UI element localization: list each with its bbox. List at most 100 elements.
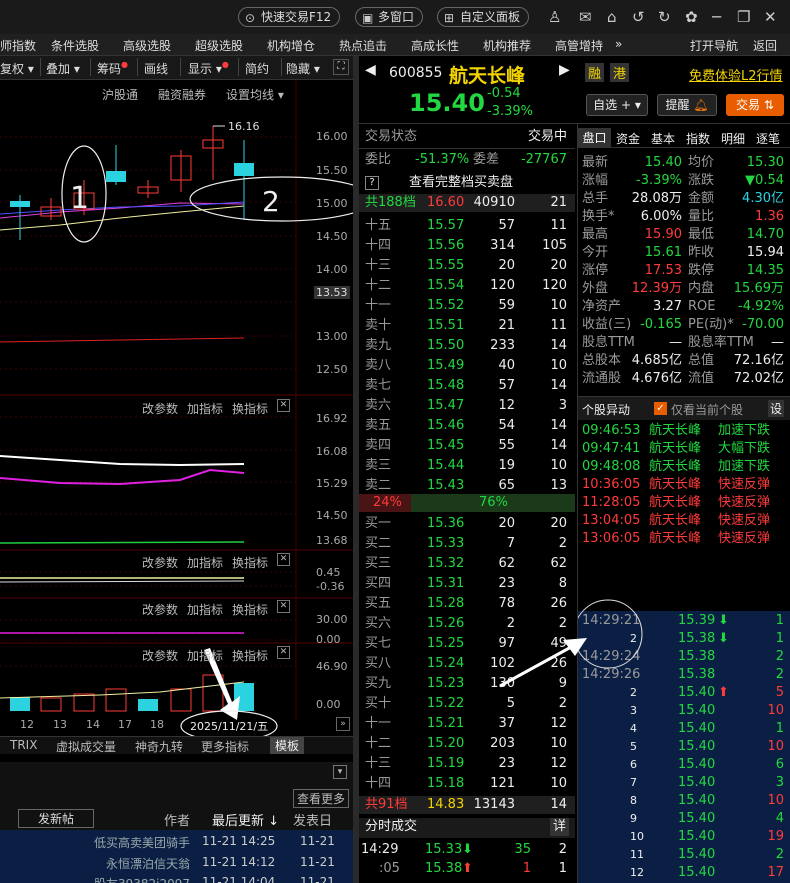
- chevron-right-icon[interactable]: »: [336, 717, 350, 731]
- tab-basic[interactable]: 基本: [651, 130, 675, 147]
- draw-line-button[interactable]: 画线: [144, 60, 168, 77]
- multi-window-button[interactable]: ▣ 多窗口: [355, 7, 424, 27]
- alert-row[interactable]: 10:36:05 航天长峰 快速反弹: [578, 476, 790, 494]
- trade-volume: 19: [767, 829, 784, 844]
- nav-item-7[interactable]: 机构推荐: [483, 37, 531, 54]
- back-icon[interactable]: ↺: [632, 7, 645, 27]
- tab-index[interactable]: 指数: [686, 130, 710, 147]
- edit-params-button[interactable]: 改参数: [142, 647, 178, 664]
- add-indicator-button[interactable]: 加指标: [187, 554, 223, 571]
- margin-tag[interactable]: 融资融券: [158, 86, 206, 103]
- nav-item-3[interactable]: 超级选股: [195, 37, 243, 54]
- hide-button[interactable]: 隐藏 ▾: [286, 60, 320, 77]
- down-arrow-icon: ⬇: [718, 613, 729, 628]
- full-book-row[interactable]: ? 查看完整档买卖盘: [359, 174, 575, 192]
- home-icon[interactable]: ⌂: [607, 7, 617, 27]
- tab-trix[interactable]: TRIX: [10, 738, 37, 752]
- post-author[interactable]: 低买高卖美团骑手: [94, 834, 190, 851]
- nav-item-6[interactable]: 高成长性: [411, 37, 459, 54]
- custom-panel-button[interactable]: ⊞ 自定义面板: [437, 7, 530, 27]
- mail-icon[interactable]: ✉: [579, 7, 592, 27]
- tab-detail[interactable]: 明细: [721, 130, 745, 147]
- nav-item-2[interactable]: 高级选股: [123, 37, 171, 54]
- alert-row[interactable]: 13:06:05 航天长峰 快速反弹: [578, 530, 790, 548]
- quick-trade-button[interactable]: ⊙ 快速交易F12: [238, 7, 341, 27]
- tab-template[interactable]: 模板: [270, 737, 305, 754]
- hk-connect-badge[interactable]: 港: [610, 63, 630, 82]
- close-icon[interactable]: ✕: [277, 399, 290, 412]
- simple-button[interactable]: 简约: [245, 60, 269, 77]
- close-icon[interactable]: ✕: [764, 7, 777, 27]
- switch-indicator-button[interactable]: 换指标: [232, 400, 268, 417]
- trade-price: 15.40: [678, 775, 716, 790]
- add-indicator-button[interactable]: 加指标: [187, 647, 223, 664]
- nav-item-0[interactable]: 师指数: [0, 37, 36, 54]
- new-post-button[interactable]: 发新帖: [18, 809, 94, 828]
- l2-trial-link[interactable]: 免费体验L2行情: [689, 65, 783, 84]
- post-author[interactable]: 永恒漂泊信天翁: [106, 855, 190, 872]
- edit-params-button[interactable]: 改参数: [142, 554, 178, 571]
- user-icon[interactable]: ♙: [548, 7, 561, 27]
- fuquan-button[interactable]: 复权 ▾: [0, 60, 34, 77]
- settings-button[interactable]: 设: [768, 400, 785, 417]
- minimize-icon[interactable]: ─: [712, 7, 721, 27]
- close-icon[interactable]: ✕: [277, 600, 290, 613]
- restore-icon[interactable]: ❐: [737, 7, 750, 27]
- view-more-button[interactable]: 查看更多: [293, 789, 350, 808]
- prev-stock-icon[interactable]: ◀: [365, 62, 376, 78]
- last-update-column[interactable]: 最后更新 ↓: [212, 810, 279, 829]
- display-button[interactable]: 显示 ▾●: [188, 60, 229, 77]
- tab-virtual-volume[interactable]: 虚拟成交量: [56, 738, 116, 755]
- add-indicator-button[interactable]: 加指标: [187, 400, 223, 417]
- stat-label: 流值: [688, 371, 715, 386]
- edit-params-button[interactable]: 改参数: [142, 400, 178, 417]
- refresh-icon[interactable]: ↻: [658, 7, 671, 27]
- switch-indicator-button[interactable]: 换指标: [232, 554, 268, 571]
- edit-params-button[interactable]: 改参数: [142, 601, 178, 618]
- stat-value: 17.53: [644, 263, 682, 278]
- overlay-button[interactable]: 叠加 ▾: [46, 60, 80, 77]
- collapse-icon[interactable]: ▾: [333, 765, 347, 779]
- tab-tick-by-tick[interactable]: 逐笔: [756, 130, 780, 147]
- chips-button[interactable]: 筹码●: [97, 60, 128, 77]
- alert-row[interactable]: 13:04:05 航天长峰 快速反弹: [578, 512, 790, 530]
- nav-item-5[interactable]: 热点追击: [339, 37, 387, 54]
- alert-row[interactable]: 09:47:41 航天长峰 大幅下跌: [578, 440, 790, 458]
- post-author[interactable]: 股友39382i2097: [94, 875, 190, 883]
- checkbox-icon[interactable]: ✓: [654, 402, 667, 415]
- fullscreen-icon[interactable]: ⛶: [333, 59, 349, 75]
- close-icon[interactable]: ✕: [277, 646, 290, 659]
- kline-chart[interactable]: 16.16 1 2 沪股通 融资融券 设置均线 ▾ 16.00 15.50 15…: [0, 80, 375, 742]
- alert-button[interactable]: 提醒 🔔︎: [657, 94, 717, 116]
- alert-row[interactable]: 09:48:08 航天长峰 加速下跌: [578, 458, 790, 476]
- return-button[interactable]: 返回: [753, 37, 777, 54]
- margin-badge[interactable]: 融: [585, 63, 605, 82]
- only-current-label[interactable]: 仅看当前个股: [671, 401, 743, 418]
- nav-item-4[interactable]: 机构增仓: [267, 37, 315, 54]
- add-indicator-button[interactable]: 加指标: [187, 601, 223, 618]
- tick-detail-button[interactable]: 详: [549, 818, 569, 836]
- trade-button[interactable]: 交易 ⇅: [726, 94, 784, 116]
- skin-icon[interactable]: ✿: [685, 7, 698, 27]
- stat-label: 总值: [688, 353, 715, 368]
- alert-row[interactable]: 09:46:53 航天长峰 加速下跌: [578, 422, 790, 440]
- next-stock-icon[interactable]: ▶: [559, 62, 570, 78]
- hgt-tag[interactable]: 沪股通: [102, 86, 138, 103]
- post-date-column[interactable]: 发表日: [293, 810, 332, 829]
- stat-label: 涨幅: [582, 173, 609, 188]
- tab-td9[interactable]: 神奇九转: [135, 738, 183, 755]
- tab-funds[interactable]: 资金: [616, 130, 640, 147]
- set-ma-button[interactable]: 设置均线 ▾: [226, 86, 284, 103]
- open-nav-button[interactable]: 打开导航: [690, 37, 738, 54]
- nav-item-1[interactable]: 条件选股: [51, 37, 99, 54]
- trade-price: 15.40: [678, 757, 716, 772]
- nav-item-8[interactable]: 高管增持: [555, 37, 603, 54]
- tab-more-indicators[interactable]: 更多指标: [201, 738, 249, 755]
- switch-indicator-button[interactable]: 换指标: [232, 601, 268, 618]
- watchlist-button[interactable]: 自选 + ▾: [586, 94, 648, 116]
- alert-row[interactable]: 11:28:05 航天长峰 快速反弹: [578, 494, 790, 512]
- tab-pankou[interactable]: 盘口: [578, 128, 611, 148]
- switch-indicator-button[interactable]: 换指标: [232, 647, 268, 664]
- nav-more[interactable]: »: [615, 37, 622, 51]
- close-icon[interactable]: ✕: [277, 553, 290, 566]
